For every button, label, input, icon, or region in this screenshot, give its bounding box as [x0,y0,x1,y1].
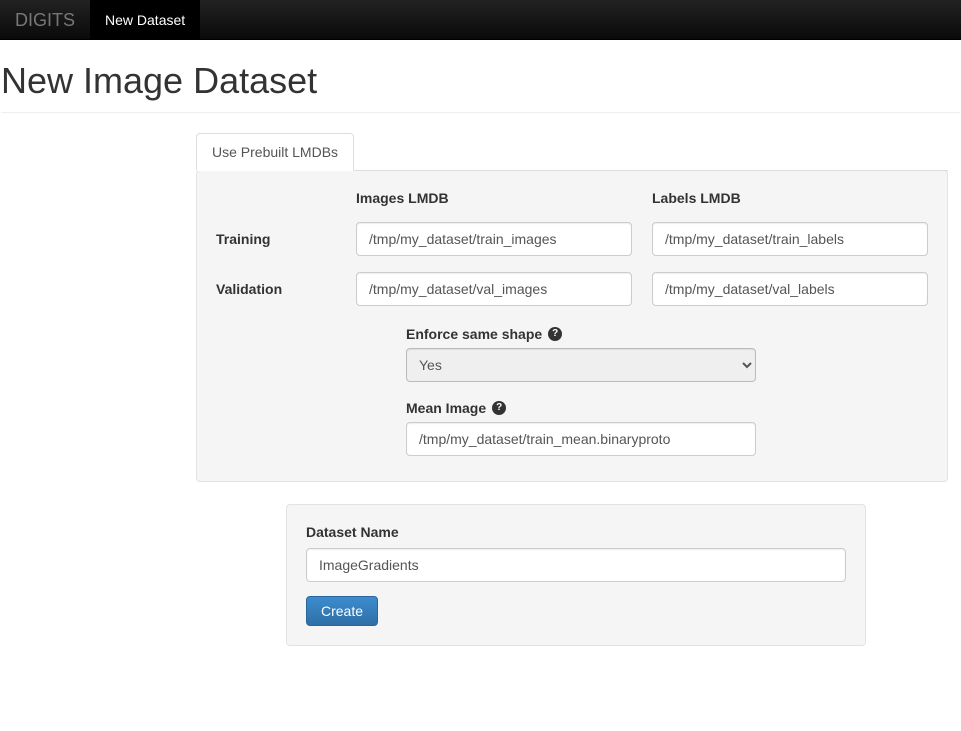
help-icon[interactable]: ? [492,401,506,415]
row-header-training: Training [216,231,336,247]
navbar: DIGITS New Dataset [0,0,961,40]
lmdb-panel: Images LMDB Labels LMDB Training Validat… [196,170,948,482]
val-labels-input[interactable] [652,272,928,306]
dataset-name-label: Dataset Name [306,524,846,540]
dataset-name-panel: Dataset Name Create [286,504,866,646]
train-labels-input[interactable] [652,222,928,256]
dataset-name-input[interactable] [306,548,846,582]
mean-image-input[interactable] [406,422,756,456]
tab-use-prebuilt-lmdbs[interactable]: Use Prebuilt LMDBs [196,133,354,171]
row-header-validation: Validation [216,281,336,297]
tabs: Use Prebuilt LMDBs [196,133,948,171]
enforce-shape-select[interactable]: Yes [406,348,756,382]
enforce-shape-label: Enforce same shape ? [406,326,562,342]
mean-image-label: Mean Image ? [406,400,506,416]
col-header-images-lmdb: Images LMDB [356,190,632,206]
page-title: New Image Dataset [1,40,960,113]
create-button[interactable]: Create [306,596,378,626]
val-images-input[interactable] [356,272,632,306]
nav-item-new-dataset[interactable]: New Dataset [90,0,200,39]
col-header-labels-lmdb: Labels LMDB [652,190,928,206]
help-icon[interactable]: ? [548,327,562,341]
train-images-input[interactable] [356,222,632,256]
brand[interactable]: DIGITS [0,0,90,39]
